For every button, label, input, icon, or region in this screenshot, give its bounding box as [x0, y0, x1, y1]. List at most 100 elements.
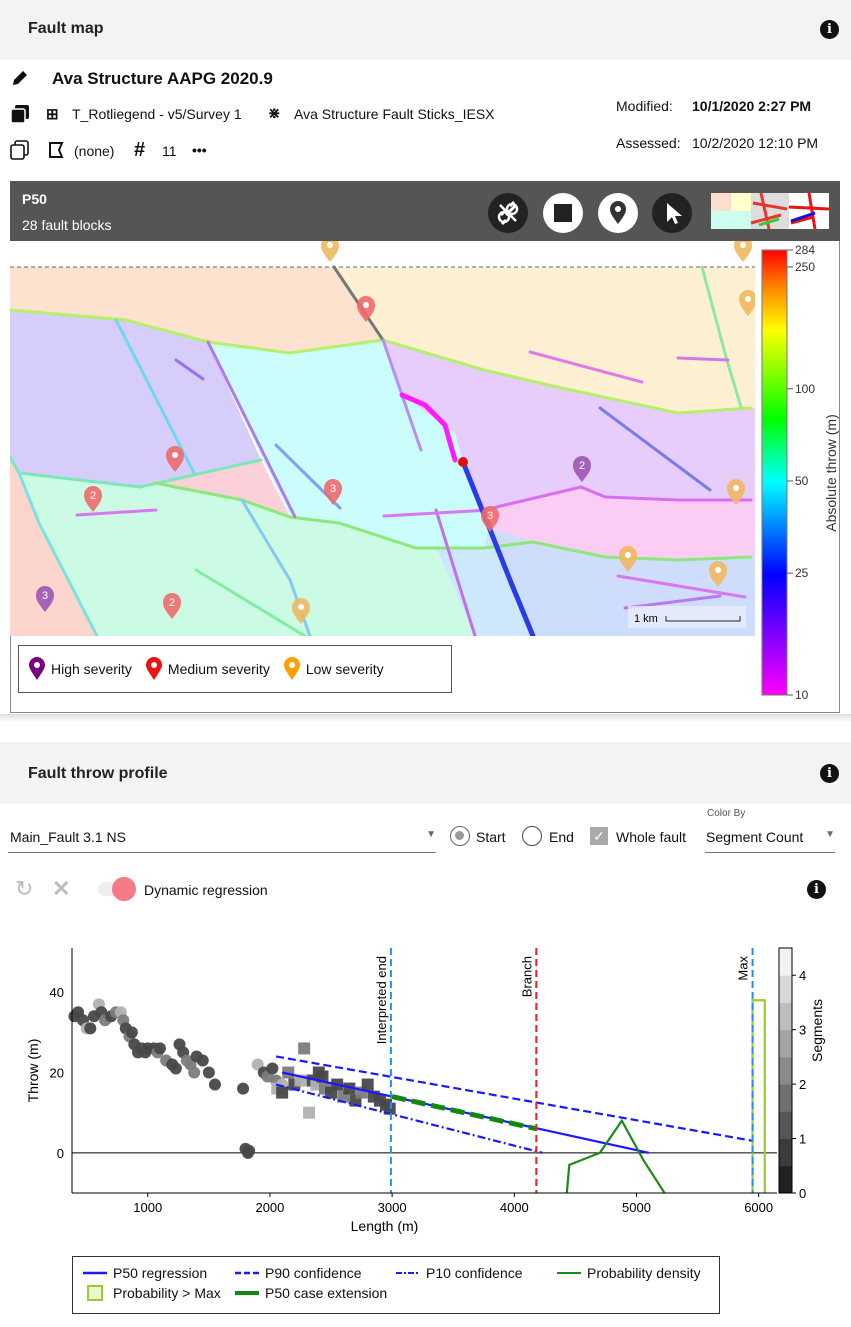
y-axis-label: Throw (m)	[25, 1039, 41, 1103]
whole-fault-label: Whole fault	[616, 829, 687, 845]
surface-name[interactable]: T_Rotliegend - v5/Survey 1	[72, 106, 242, 122]
series-p50-case-extension	[391, 1094, 537, 1132]
redo-icon[interactable]: ↻	[15, 876, 33, 902]
fault-count: 11	[162, 143, 177, 159]
pin-icon	[145, 657, 162, 680]
y-tick-label: 40	[50, 985, 64, 1000]
colorbar-step	[779, 1029, 792, 1058]
series-probability-density	[565, 1118, 666, 1194]
x-tick-label: 3000	[378, 1200, 407, 1215]
pin-button[interactable]	[598, 193, 638, 233]
whole-fault-checkbox[interactable]: ✓	[590, 827, 608, 845]
pin-count: 3	[487, 510, 493, 522]
severity-legend-item: High severity	[29, 657, 132, 681]
map-name: Ava Structure AAPG 2020.9	[52, 69, 273, 88]
dynamic-regression-toggle[interactable]	[98, 877, 136, 901]
colorbar-tick-label: 25	[795, 566, 809, 580]
colorbar-label: Absolute throw (m)	[823, 414, 839, 531]
fault-select-value: Main_Fault 3.1 NS	[10, 829, 126, 845]
colorbar-tick-label: 284	[795, 243, 815, 257]
section-title: Fault throw profile	[28, 765, 168, 782]
pin-icon	[29, 657, 45, 680]
fault-sticks-name[interactable]: Ava Structure Fault Sticks_IESX	[294, 106, 495, 122]
pin-count: 2	[579, 460, 585, 472]
pencil-icon[interactable]	[10, 68, 30, 88]
x-tick-label: 6000	[744, 1200, 773, 1215]
modified-label: Modified:	[616, 98, 673, 114]
data-point-circle	[188, 1066, 201, 1079]
map-toolbar: P50 28 fault blocks	[10, 181, 840, 241]
info-icon[interactable]: i	[820, 764, 839, 783]
divider	[0, 714, 851, 722]
end-label: End	[549, 829, 574, 845]
fault-blocks-count: 28 fault blocks	[22, 217, 112, 233]
severity-label: Low severity	[305, 661, 384, 677]
info-icon[interactable]: i	[820, 20, 839, 39]
unlink-button[interactable]	[488, 193, 528, 233]
info-icon[interactable]: i	[807, 880, 826, 899]
clear-icon[interactable]: ✕	[52, 876, 70, 902]
y-tick-label: 0	[57, 1146, 64, 1161]
fault-sticks-icon: ⋇	[268, 105, 281, 122]
color-by-select[interactable]: Segment Count ▼	[705, 825, 835, 853]
throw-profile-chart[interactable]: 1000 2000 3000 4000 5000 600002040Length (m)T…	[0, 930, 851, 1250]
x-tick-label: 1000	[133, 1200, 162, 1215]
colorbar-tick-label: 100	[795, 382, 815, 396]
colorbar-step	[779, 948, 792, 976]
colorbar-tick-label: 10	[795, 688, 809, 702]
section-title: Fault map	[28, 20, 104, 37]
dynamic-regression-label: Dynamic regression	[144, 882, 268, 898]
data-point-circle	[243, 1144, 256, 1157]
severity-legend: High severity Medium severity Low severity	[18, 645, 452, 693]
start-radio[interactable]	[450, 826, 470, 846]
fault-select[interactable]: Main_Fault 3.1 NS ▼	[8, 825, 436, 853]
colorbar-step	[779, 1002, 792, 1031]
colorbar-tick-label: 250	[795, 260, 815, 274]
colorbar-tick-label: 1	[799, 1132, 806, 1147]
pin-count: 3	[42, 590, 48, 602]
marker-label: Interpreted end	[374, 956, 389, 1044]
pin-count: 2	[169, 597, 175, 609]
polygon-icon	[49, 142, 64, 158]
x-tick-label: 2000	[255, 1200, 284, 1215]
data-point-circle	[266, 1062, 279, 1075]
legend-item: P10 confidence	[396, 1265, 523, 1281]
data-point-square	[276, 1086, 289, 1099]
colorbar-tick-label: 3	[799, 1023, 806, 1038]
data-point-square	[303, 1106, 316, 1119]
severity-label: Medium severity	[167, 661, 270, 677]
colorbar-step	[779, 1165, 792, 1194]
colorbar-step	[779, 1056, 792, 1085]
pin-count: 2	[90, 490, 96, 502]
severity-legend-item: Low severity	[283, 657, 384, 681]
stop-button[interactable]	[543, 193, 583, 233]
select-button[interactable]	[652, 193, 692, 233]
legend-item: P50 regression	[83, 1265, 208, 1281]
basemap-thumbnail[interactable]	[711, 193, 829, 229]
data-point-circle	[84, 1022, 97, 1035]
unlink-icon	[497, 200, 519, 226]
chevron-down-icon: ▼	[426, 829, 436, 840]
data-point-square	[298, 1042, 311, 1055]
hash-icon: #	[134, 139, 146, 161]
fault-map-canvas[interactable]: 2 3 2 3 3 2 1 km	[10, 241, 755, 636]
severity-legend-item: Medium severity	[145, 657, 270, 681]
more-button[interactable]: •••	[192, 142, 207, 158]
end-radio[interactable]	[522, 826, 542, 846]
pointer-icon	[667, 203, 682, 224]
data-point-circle	[196, 1054, 209, 1067]
x-tick-label: 4000	[500, 1200, 529, 1215]
start-label: Start	[476, 829, 506, 845]
x-axis-label: Length (m)	[351, 1218, 419, 1234]
assessed-label: Assessed:	[616, 135, 681, 151]
polygon-name[interactable]: (none)	[74, 143, 114, 159]
color-by-value: Segment Count	[706, 829, 804, 845]
marker-label: Branch	[519, 956, 534, 997]
legend-item: Probability density	[557, 1265, 701, 1281]
colorbar-step	[779, 1138, 792, 1167]
stop-icon	[554, 204, 572, 222]
data-point-circle	[237, 1082, 250, 1095]
colorbar-step	[779, 1111, 792, 1140]
surface-icon: ⊞	[46, 106, 59, 123]
color-by-label: Color By	[707, 808, 746, 819]
